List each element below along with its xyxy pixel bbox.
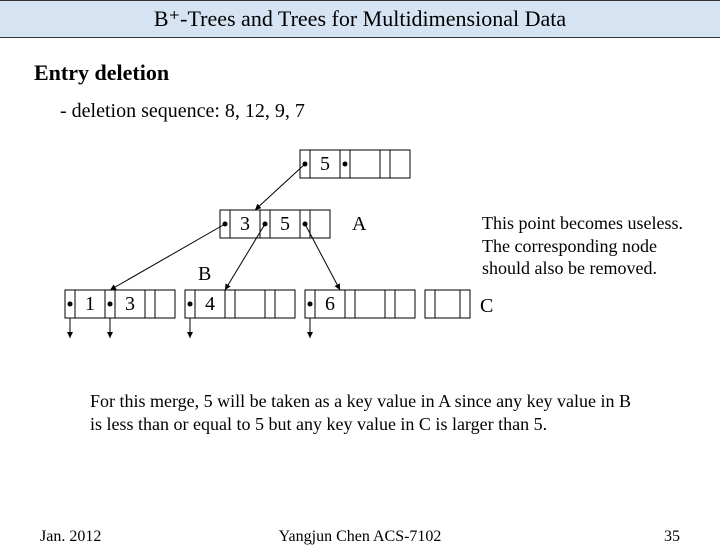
mid-node: 3 5: [220, 210, 330, 238]
explanation-paragraph: For this merge, 5 will be taken as a key…: [90, 390, 640, 437]
mid-key-1: 5: [280, 213, 290, 235]
pointer-dot-icon: [68, 302, 73, 307]
root-key-0: 5: [320, 153, 330, 175]
pointer-dot-icon: [108, 302, 113, 307]
leaf1-key-0: 4: [205, 293, 215, 315]
footer-center: Yangjun Chen ACS-7102: [0, 528, 720, 546]
section-heading: Entry deletion: [34, 60, 169, 86]
leaf0-key-1: 3: [125, 293, 135, 315]
label-c: C: [480, 295, 493, 317]
deletion-sequence: - deletion sequence: 8, 12, 9, 7: [60, 100, 305, 123]
footer-page-number: 35: [664, 528, 680, 546]
leaf-node-2: 6: [305, 290, 415, 338]
title-bar: B⁺-Trees and Trees for Multidimensional …: [0, 0, 720, 38]
label-b: B: [198, 263, 211, 285]
leaf-node-1: 4: [185, 290, 295, 338]
pointer-dot-icon: [343, 162, 348, 167]
leaf2-key-0: 6: [325, 293, 335, 315]
pointer-dot-icon: [308, 302, 313, 307]
page-title: B⁺-Trees and Trees for Multidimensional …: [154, 6, 566, 32]
label-a: A: [352, 213, 367, 235]
leaf-node-3: [425, 290, 470, 318]
leaf-node-0: 1 3: [65, 290, 175, 338]
leaf0-key-0: 1: [85, 293, 95, 315]
root-node: 5: [300, 150, 410, 178]
annotation-text: This point becomes useless. The correspo…: [482, 212, 707, 280]
pointer-dot-icon: [188, 302, 193, 307]
mid-key-0: 3: [240, 213, 250, 235]
